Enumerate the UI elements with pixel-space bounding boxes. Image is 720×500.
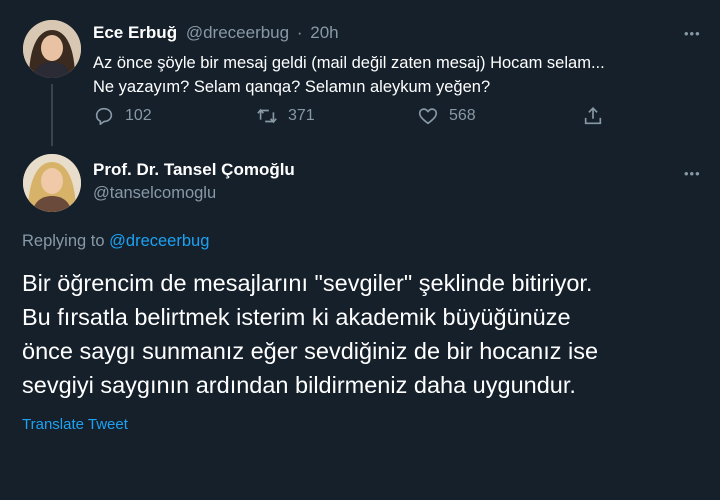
tweet-tansel[interactable]: Prof. Dr. Tansel Çomoğlu @tanselcomoglu … [0, 150, 720, 500]
tweet-ece-text: Az önce şöyle bir mesaj geldi (mail deği… [93, 51, 605, 99]
share-button[interactable] [582, 105, 604, 127]
retweet-button[interactable]: 371 [256, 105, 315, 127]
translate-tweet-link[interactable]: Translate Tweet [22, 416, 128, 433]
tweet-text-line: Bir öğrencim de mesajlarını "sevgiler" ş… [22, 270, 593, 296]
author-name[interactable]: Prof. Dr. Tansel Çomoğlu [93, 160, 295, 180]
reply-icon [95, 107, 113, 126]
retweet-icon [257, 108, 277, 124]
author-handle[interactable]: @dreceerbug [186, 23, 289, 42]
replying-handle-link[interactable]: @dreceerbug [109, 232, 209, 250]
thread-line [51, 84, 53, 146]
avatar-ece-image [23, 20, 81, 78]
more-options-icon[interactable]: ••• [684, 166, 701, 181]
like-count: 568 [449, 107, 476, 124]
retweet-count: 371 [288, 107, 315, 124]
reply-count: 102 [125, 107, 152, 124]
replying-to: Replying to @dreceerbug [22, 232, 209, 251]
author-name[interactable]: Ece Erbuğ [93, 23, 177, 42]
avatar-tansel-image [23, 154, 81, 212]
tweet-text-line: önce saygı sunmanız eğer sevdiğiniz de b… [22, 338, 599, 364]
tweet-tansel-text: Bir öğrencim de mesajlarını "sevgiler" ş… [22, 266, 598, 402]
more-options-icon[interactable]: ••• [684, 26, 701, 41]
tweet-ece[interactable]: Ece Erbuğ @dreceerbug · 20h ••• Az önce … [0, 0, 720, 150]
reply-button[interactable]: 102 [93, 105, 152, 127]
share-icon [584, 107, 602, 125]
replying-label: Replying to [22, 232, 105, 250]
tweet-ece-header: Ece Erbuğ @dreceerbug · 20h [93, 23, 339, 43]
like-button[interactable]: 568 [417, 105, 476, 127]
avatar-ece[interactable] [23, 20, 81, 78]
tweet-text-line: Az önce şöyle bir mesaj geldi (mail deği… [93, 54, 605, 72]
avatar-tansel[interactable] [23, 154, 81, 212]
separator-dot: · [296, 23, 303, 42]
heart-icon [418, 108, 438, 125]
tweet-text-line: sevgiyi saygının ardından bildirmeniz da… [22, 372, 576, 398]
tweet-time[interactable]: 20h [310, 23, 338, 42]
tweet-text-line: Ne yazayım? Selam qanqa? Selamın aleykum… [93, 78, 491, 96]
tweet-text-line: Bu fırsatla belirtmek isterim ki akademi… [22, 304, 571, 330]
tweet-tansel-author: Prof. Dr. Tansel Çomoğlu @tanselcomoglu [93, 160, 295, 203]
author-handle[interactable]: @tanselcomoglu [93, 184, 295, 203]
